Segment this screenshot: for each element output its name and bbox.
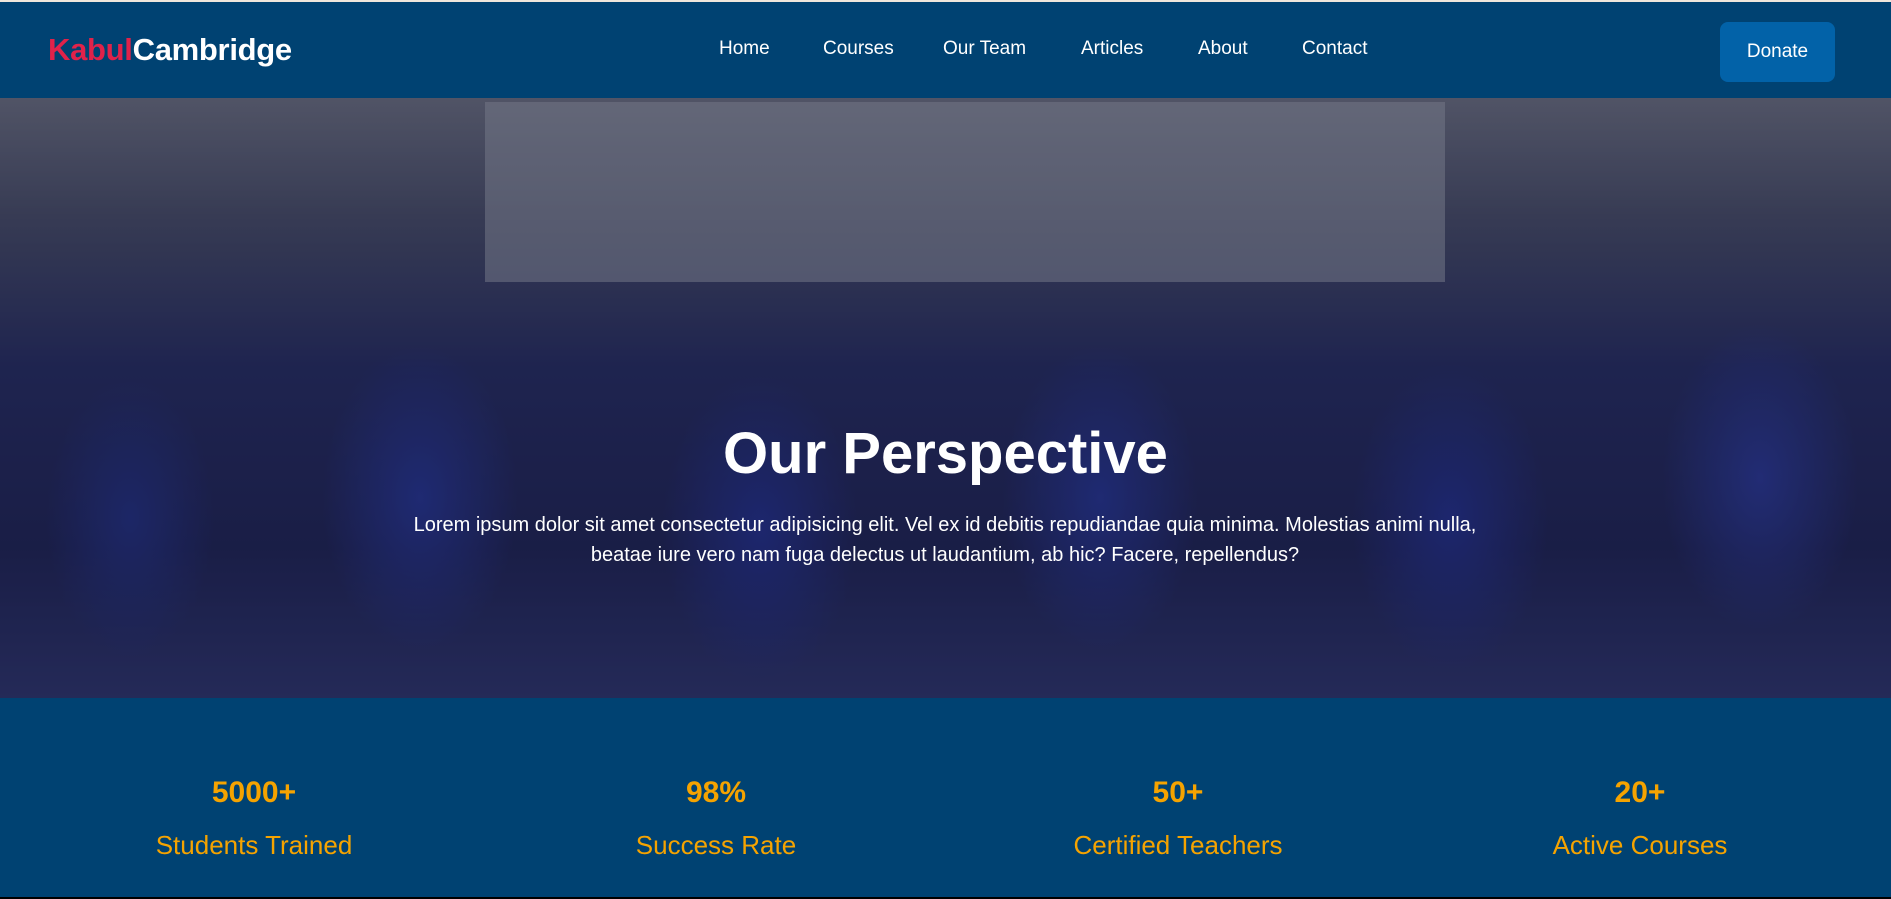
hero-title: Our Perspective <box>723 421 1168 486</box>
nav-articles[interactable]: Articles <box>1081 38 1143 60</box>
stat-value: 5000+ <box>211 776 297 809</box>
logo[interactable]: KabulCambridge <box>48 32 292 68</box>
stat-label: Students Trained <box>155 830 353 860</box>
navbar: KabulCambridge Home Courses Our Team Art… <box>0 2 1891 98</box>
stat-label: Active Courses <box>1552 830 1728 860</box>
donate-button[interactable]: Donate <box>1720 22 1835 82</box>
logo-kabul: Kabul <box>48 32 133 67</box>
stat-teachers: 50+ Certified Teachers <box>947 776 1409 861</box>
stat-courses: 20+ Active Courses <box>1409 776 1871 861</box>
logo-cambridge: Cambridge <box>132 32 293 67</box>
nav-about[interactable]: About <box>1198 38 1248 60</box>
nav-contact[interactable]: Contact <box>1302 38 1367 60</box>
stat-value: 20+ <box>1614 776 1666 809</box>
hero-section: Our Perspective Lorem ipsum dolor sit am… <box>0 98 1891 698</box>
nav-home[interactable]: Home <box>719 38 770 60</box>
stat-success: 98% Success Rate <box>485 776 947 861</box>
nav-courses[interactable]: Courses <box>823 38 894 60</box>
stat-value: 50+ <box>1152 776 1204 809</box>
nav-our-team[interactable]: Our Team <box>943 38 1026 60</box>
stat-label: Certified Teachers <box>1073 830 1283 860</box>
stat-students: 5000+ Students Trained <box>23 776 485 861</box>
hero-text: Lorem ipsum dolor sit amet consectetur a… <box>413 514 1477 566</box>
stats-section: 5000+ Students Trained 98% Success Rate 50… <box>0 698 1891 897</box>
stat-value: 98% <box>685 776 747 809</box>
hero-image-overlay <box>0 98 1891 698</box>
stat-label: Success Rate <box>635 830 797 860</box>
